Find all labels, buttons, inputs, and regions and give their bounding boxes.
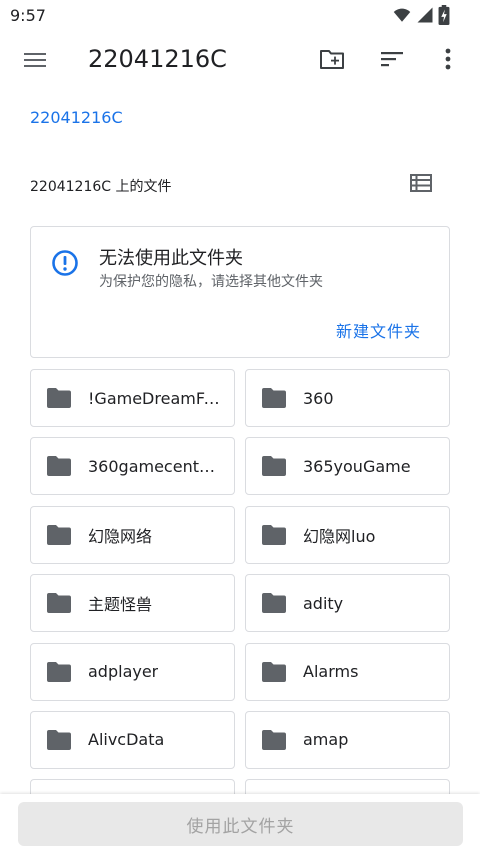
folder-item[interactable]: 幻隐网络 [30, 505, 235, 564]
status-bar: 9:57 [0, 0, 480, 32]
folder-item[interactable] [245, 779, 450, 794]
folder-item[interactable]: 365youGame [245, 437, 450, 496]
folder-name: 主题怪兽 [88, 595, 153, 615]
folder-icon [262, 729, 286, 750]
folder-item[interactable]: !GameDreamFa... [30, 369, 235, 427]
view-toggle-button[interactable] [402, 164, 440, 202]
folder-item[interactable]: adity [245, 574, 450, 633]
folder-icon [47, 593, 71, 614]
breadcrumb-root[interactable]: 22041216C [30, 108, 123, 127]
list-view-icon [410, 174, 432, 192]
info-icon [52, 250, 78, 276]
folder-name: amap [303, 730, 349, 750]
folder-name: adity [303, 593, 344, 613]
cannot-use-folder-card: 无法使用此文件夹 为保护您的隐私，请选择其他文件夹 新建文件夹 [30, 226, 450, 358]
warning-title: 无法使用此文件夹 [99, 248, 243, 269]
folder-name: adplayer [88, 662, 159, 682]
status-icons [392, 5, 450, 25]
section-title: 22041216C 上的文件 [30, 179, 172, 195]
status-time: 9:57 [10, 6, 46, 25]
folder-icon [262, 524, 286, 545]
warning-subtitle: 为保护您的隐私，请选择其他文件夹 [99, 274, 323, 290]
folder-name: Alarms [303, 662, 359, 682]
folder-item[interactable]: 360gamecenter... [30, 437, 235, 496]
new-folder-button[interactable]: 新建文件夹 [336, 318, 421, 342]
create-new-folder-icon [320, 50, 344, 69]
use-this-folder-button[interactable]: 使用此文件夹 [18, 802, 463, 846]
folder-item[interactable]: AlivcData [30, 710, 235, 769]
folder-list[interactable]: !GameDreamFa... 360 360gamecenter... 365you… [0, 369, 480, 794]
sort-icon [381, 52, 403, 67]
folder-item[interactable]: 360 [245, 369, 450, 427]
folder-name: !GameDreamFa... [88, 388, 220, 408]
battery-charging-icon [438, 5, 450, 25]
menu-button[interactable] [15, 40, 55, 80]
app-bar: 22041216C [0, 32, 480, 88]
create-new-folder-button[interactable] [312, 39, 352, 79]
folder-icon [262, 456, 286, 477]
menu-icon [24, 53, 46, 67]
folder-item[interactable]: adplayer [30, 642, 235, 701]
signal-icon [417, 7, 433, 23]
folder-item[interactable]: Alarms [245, 642, 450, 701]
folder-icon [262, 661, 286, 682]
folder-item[interactable]: 主题怪兽 [30, 574, 235, 633]
more-vert-icon [445, 48, 451, 70]
folder-grid: !GameDreamFa... 360 360gamecenter... 365you… [30, 369, 450, 794]
folder-name: 幻隐网luo [303, 526, 376, 546]
folder-item[interactable]: 幻隐网luo [245, 505, 450, 564]
folder-icon [47, 729, 71, 750]
page-title: 22041216C [88, 45, 227, 73]
more-options-button[interactable] [428, 39, 468, 79]
folder-item[interactable] [30, 779, 235, 794]
folder-icon [262, 593, 286, 614]
sort-button[interactable] [372, 39, 412, 79]
folder-name: 幻隐网络 [88, 526, 153, 546]
wifi-icon [393, 8, 411, 22]
folder-item[interactable]: amap [245, 710, 450, 769]
folder-name: 360gamecenter... [88, 456, 220, 476]
folder-icon [47, 524, 71, 545]
folder-name: AlivcData [88, 730, 165, 750]
folder-name: 360 [303, 388, 334, 408]
folder-icon [47, 388, 71, 408]
folder-name: 365youGame [303, 456, 411, 476]
folder-icon [47, 661, 71, 682]
folder-icon [47, 456, 71, 477]
folder-icon [262, 388, 286, 408]
bottom-bar: 使用此文件夹 [0, 794, 480, 853]
